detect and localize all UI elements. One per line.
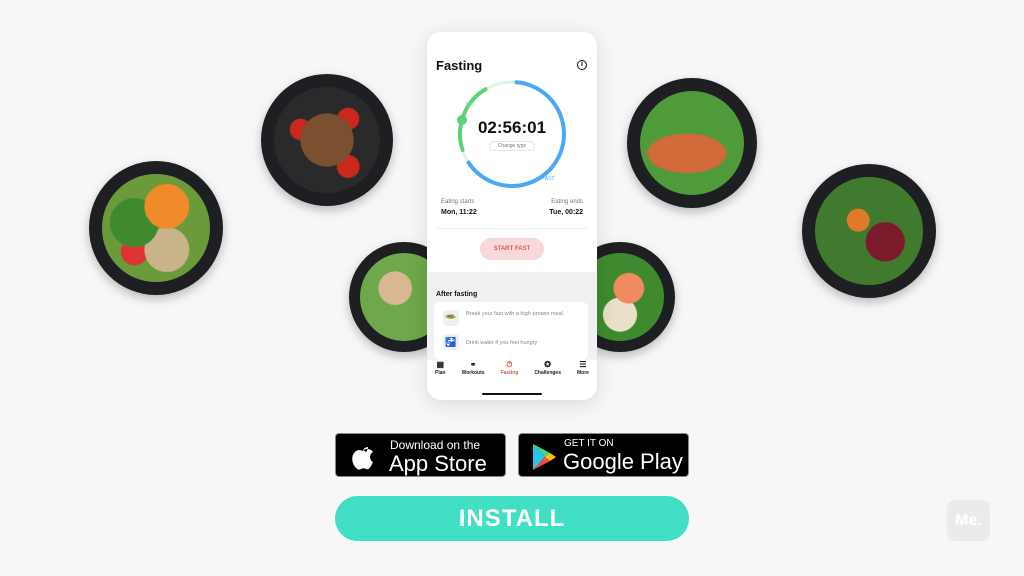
eating-ends-value: Tue, 00:22 — [549, 209, 583, 216]
menu-icon: ☰ — [579, 360, 587, 369]
svg-text:EAT: EAT — [466, 102, 475, 108]
nav-more[interactable]: ☰ More — [577, 360, 589, 384]
bottom-nav: ▦ Plan ⚭ Workouts ⏱ Fasting ✪ Challenges ☰ Mo… — [427, 360, 597, 384]
logo: Me. — [947, 500, 990, 541]
home-indicator — [482, 393, 542, 395]
start-fast-button[interactable]: START FAST — [480, 238, 544, 260]
salad-icon: 🥗 — [443, 310, 459, 326]
nav-fasting[interactable]: ⏱ Fasting — [501, 360, 519, 384]
eating-starts-value: Mon, 11:22 — [441, 209, 477, 216]
fasting-timer: 02:56:01 — [477, 118, 547, 137]
app-store-small: Download on the — [390, 438, 481, 452]
eating-starts-label: Eating starts — [441, 199, 475, 205]
nav-plan[interactable]: ▦ Plan — [435, 360, 446, 384]
install-button[interactable]: INSTALL — [335, 496, 689, 541]
apple-icon — [352, 447, 373, 470]
calendar-icon: ▦ — [436, 360, 445, 369]
divider — [436, 228, 588, 229]
change-type-button[interactable]: Change type — [489, 141, 535, 151]
svg-text:FAST: FAST — [542, 176, 555, 182]
google-play-big: Google Play — [563, 449, 683, 474]
nav-challenges[interactable]: ✪ Challenges — [534, 360, 561, 384]
food-bowl — [802, 164, 936, 298]
app-store-big: App Store — [389, 451, 487, 476]
phone-mockup: Fasting i EAT FAST 02:56:01 Change type … — [427, 32, 597, 400]
page-title: Fasting — [436, 58, 483, 73]
google-play-button[interactable]: GET IT ON Google Play — [518, 433, 689, 477]
food-bowl — [627, 78, 757, 208]
after-fasting-title: After fasting — [436, 291, 478, 298]
timer-icon: ⏱ — [506, 360, 513, 369]
dumbbell-icon: ⚭ — [469, 360, 477, 369]
google-play-icon — [533, 444, 556, 470]
nav-workouts[interactable]: ⚭ Workouts — [462, 360, 485, 384]
google-play-small: GET IT ON — [564, 438, 614, 449]
eating-ends-label: Eating ends — [551, 199, 583, 205]
tip-text: Break your fast with a high-protein meal — [466, 311, 563, 317]
water-tap-icon: 🚰 — [443, 334, 459, 350]
tips-card: 🥗 Break your fast with a high-protein me… — [434, 302, 588, 360]
tip-text: Drink water if you feel hungry — [466, 340, 538, 346]
food-bowl — [89, 161, 223, 295]
medal-icon: ✪ — [544, 360, 551, 369]
app-store-button[interactable]: Download on the App Store — [335, 433, 506, 477]
info-icon[interactable]: i — [577, 60, 587, 70]
food-bowl — [261, 74, 393, 206]
